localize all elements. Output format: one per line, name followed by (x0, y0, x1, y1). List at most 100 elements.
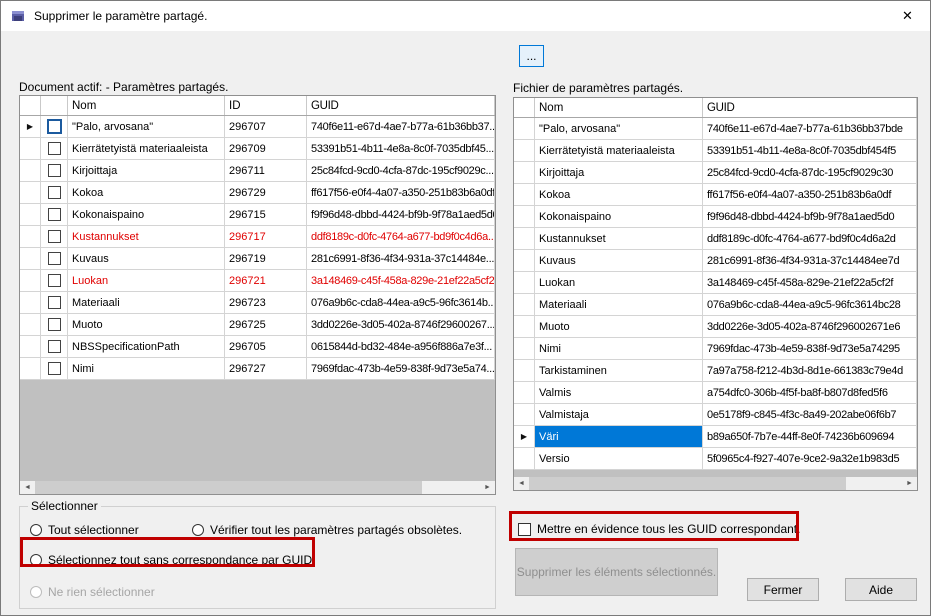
row-selector[interactable] (514, 338, 535, 360)
name-cell[interactable]: Kokonaispaino (535, 206, 703, 228)
row-selector[interactable] (514, 206, 535, 228)
name-cell[interactable]: Tarkistaminen (535, 360, 703, 382)
name-cell[interactable]: Valmis (535, 382, 703, 404)
scroll-left-icon[interactable]: ◄ (20, 481, 35, 494)
scrollbar-thumb[interactable] (529, 477, 847, 490)
row-selector[interactable] (20, 204, 41, 226)
name-cell[interactable]: Kirjoittaja (535, 162, 703, 184)
column-header-id[interactable]: ID (225, 96, 307, 115)
help-button[interactable]: Aide (845, 578, 917, 601)
row-checkbox[interactable] (47, 208, 61, 221)
guid-cell[interactable]: 5f0965c4-f927-407e-9ce2-9a32e1b983d5 (703, 448, 917, 470)
row-selector[interactable] (514, 250, 535, 272)
row-selector[interactable] (20, 292, 41, 314)
guid-cell[interactable]: 7969fdac-473b-4e59-838f-9d73e5a74295 (703, 338, 917, 360)
table-row[interactable]: Valmistaja 0e5178f9-c845-4f3c-8a49-202abe… (514, 404, 917, 426)
name-cell[interactable]: Versio (535, 448, 703, 470)
name-cell[interactable]: Kirjoittaja (68, 160, 225, 182)
id-cell[interactable]: 296725 (225, 314, 307, 336)
guid-cell[interactable]: 53391b51-4b11-4e8a-8c0f-7035dbf454f5 (703, 140, 917, 162)
close-icon[interactable]: ✕ (885, 1, 930, 31)
table-row[interactable]: Materiaali 076a9b6c-cda8-44ea-a9c5-96fc36… (514, 294, 917, 316)
radio-select-all[interactable]: Tout sélectionner (30, 523, 139, 537)
name-cell[interactable]: "Palo, arvosana" (68, 116, 225, 138)
table-row[interactable]: Versio 5f0965c4-f927-407e-9ce2-9a32e1b983… (514, 448, 917, 470)
row-checkbox[interactable] (47, 274, 61, 287)
row-checkbox-cell[interactable] (41, 116, 68, 138)
name-cell[interactable]: "Palo, arvosana" (535, 118, 703, 140)
guid-cell[interactable]: b89a650f-7b7e-44ff-8e0f-74236b609694 (703, 426, 917, 448)
table-row[interactable]: NBSSpecificationPath 296705 0615844d-bd32-… (20, 336, 495, 358)
guid-cell[interactable]: f9f96d48-dbbd-4424-bf9b-9f78a1aed5d0 (703, 206, 917, 228)
scrollbar-track[interactable] (529, 477, 902, 490)
row-selector[interactable] (20, 314, 41, 336)
name-cell[interactable]: Väri (535, 426, 703, 448)
row-selector[interactable] (20, 358, 41, 380)
table-row[interactable]: Materiaali 296723 076a9b6c-cda8-44ea-a9c5-… (20, 292, 495, 314)
table-row[interactable]: Kirjoittaja 296711 25c84fcd-9cd0-4cfa-87dc… (20, 160, 495, 182)
row-checkbox-cell[interactable] (41, 314, 68, 336)
row-selector[interactable] (514, 228, 535, 250)
name-cell[interactable]: Muoto (68, 314, 225, 336)
row-selector[interactable] (514, 316, 535, 338)
name-cell[interactable]: Kokoa (535, 184, 703, 206)
guid-cell[interactable]: ddf8189c-d0fc-4764-a677-bd9f0c4d6a... (307, 226, 495, 248)
guid-cell[interactable]: f9f96d48-dbbd-4424-bf9b-9f78a1aed5d0 (307, 204, 495, 226)
name-cell[interactable]: Nimi (68, 358, 225, 380)
id-cell[interactable]: 296729 (225, 182, 307, 204)
name-cell[interactable]: Kokonaispaino (68, 204, 225, 226)
row-checkbox-cell[interactable] (41, 182, 68, 204)
table-row[interactable]: Nimi 296727 7969fdac-473b-4e59-838f-9d73e5… (20, 358, 495, 380)
row-selector[interactable] (20, 160, 41, 182)
row-selector[interactable] (20, 138, 41, 160)
row-checkbox[interactable] (47, 340, 61, 353)
id-cell[interactable]: 296707 (225, 116, 307, 138)
column-header-guid[interactable]: GUID (307, 96, 495, 115)
id-cell[interactable]: 296705 (225, 336, 307, 358)
name-cell[interactable]: Kuvaus (68, 248, 225, 270)
table-row[interactable]: Kierrätetyistä materiaaleista 53391b51-4b… (514, 140, 917, 162)
row-checkbox[interactable] (47, 318, 61, 331)
column-header-nom[interactable]: Nom (535, 98, 703, 117)
row-checkbox[interactable] (47, 252, 61, 265)
row-checkbox[interactable] (47, 142, 61, 155)
id-cell[interactable]: 296711 (225, 160, 307, 182)
table-row[interactable]: Kokoa ff617f56-e0f4-4a07-a350-251b83b6a0d… (514, 184, 917, 206)
guid-cell[interactable]: 3dd0226e-3d05-402a-8746f29600267... (307, 314, 495, 336)
name-cell[interactable]: Materiaali (68, 292, 225, 314)
row-selector[interactable] (514, 184, 535, 206)
scrollbar-thumb[interactable] (35, 481, 423, 494)
id-cell[interactable]: 296709 (225, 138, 307, 160)
column-header-guid[interactable]: GUID (703, 98, 917, 117)
table-row[interactable]: Tarkistaminen 7a97a758-f212-4b3d-8d1e-661… (514, 360, 917, 382)
guid-cell[interactable]: 25c84fcd-9cd0-4cfa-87dc-195cf9029c30 (703, 162, 917, 184)
guid-cell[interactable]: 0615844d-bd32-484e-a956f886a7e3f... (307, 336, 495, 358)
column-header-nom[interactable]: Nom (68, 96, 225, 115)
table-row[interactable]: Muoto 3dd0226e-3d05-402a-8746f296002671e6 (514, 316, 917, 338)
row-checkbox-cell[interactable] (41, 270, 68, 292)
row-checkbox-cell[interactable] (41, 248, 68, 270)
left-horizontal-scrollbar[interactable]: ◄ ► (20, 481, 495, 494)
table-row[interactable]: Valmis a754dfc0-306b-4f5f-ba8f-b807d8fed5… (514, 382, 917, 404)
row-selector[interactable] (20, 226, 41, 248)
row-selector[interactable] (514, 360, 535, 382)
guid-cell[interactable]: 740f6e11-e67d-4ae7-b77a-61b36bb37... (307, 116, 495, 138)
id-cell[interactable]: 296721 (225, 270, 307, 292)
name-cell[interactable]: Kierrätetyistä materiaaleista (535, 140, 703, 162)
table-row[interactable]: Kuvaus 296719 281c6991-8f36-4f34-931a-37c1… (20, 248, 495, 270)
table-row[interactable]: ▶ Väri b89a650f-7b7e-44ff-8e0f-74236b60969… (514, 426, 917, 448)
table-row[interactable]: Kierrätetyistä materiaaleista 296709 53391… (20, 138, 495, 160)
guid-cell[interactable]: a754dfc0-306b-4f5f-ba8f-b807d8fed5f6 (703, 382, 917, 404)
row-selector[interactable] (514, 162, 535, 184)
guid-cell[interactable]: 7a97a758-f212-4b3d-8d1e-661383c79e4d (703, 360, 917, 382)
table-row[interactable]: Nimi 7969fdac-473b-4e59-838f-9d73e5a74295 (514, 338, 917, 360)
row-checkbox-cell[interactable] (41, 358, 68, 380)
name-cell[interactable]: Kokoa (68, 182, 225, 204)
guid-cell[interactable]: ddf8189c-d0fc-4764-a677-bd9f0c4d6a2d (703, 228, 917, 250)
guid-cell[interactable]: 076a9b6c-cda8-44ea-a9c5-96fc3614bc28 (703, 294, 917, 316)
row-selector[interactable]: ▶ (514, 426, 535, 448)
radio-check-obsolete[interactable]: Vérifier tout les paramètres partagés ob… (192, 523, 462, 537)
guid-cell[interactable]: 53391b51-4b11-4e8a-8c0f-7035dbf45... (307, 138, 495, 160)
row-checkbox-cell[interactable] (41, 226, 68, 248)
id-cell[interactable]: 296717 (225, 226, 307, 248)
